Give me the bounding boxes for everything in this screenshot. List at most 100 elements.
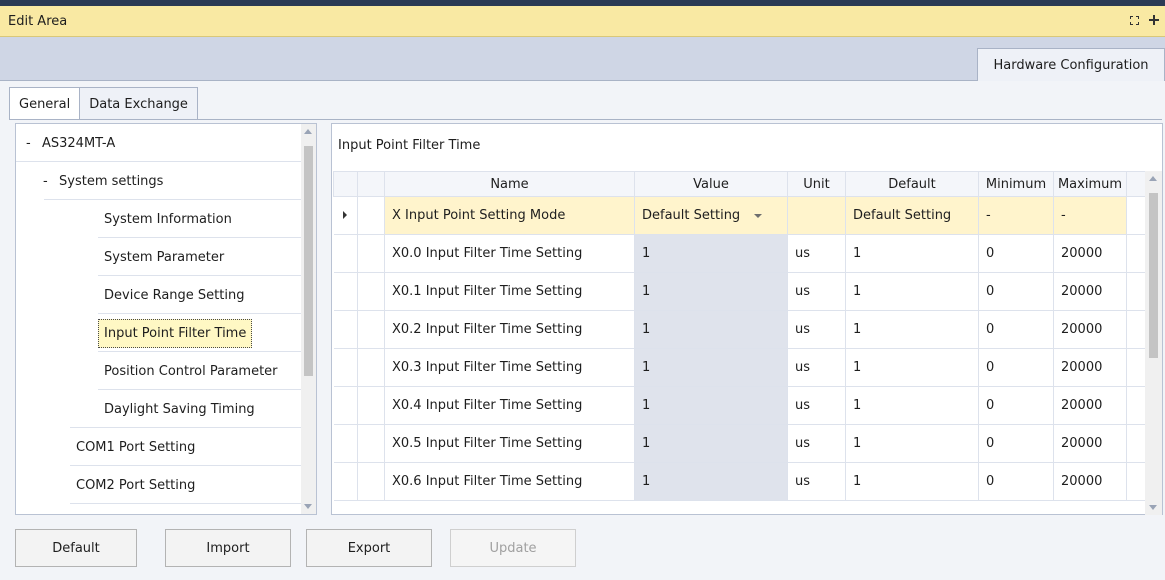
header-filler: [1126, 171, 1147, 197]
header-value[interactable]: Value: [634, 171, 788, 197]
table-row[interactable]: X0.6 Input Filter Time Setting 1 us 1 0 …: [333, 462, 1147, 501]
cell-value[interactable]: 1: [634, 424, 788, 463]
grid-header-row: Name Value Unit Default Minimum Maximum: [333, 171, 1147, 197]
tree-item-label: COM1 Port Setting: [76, 439, 196, 455]
tree-scrollbar[interactable]: [301, 124, 316, 514]
collapse-icon[interactable]: -: [26, 136, 42, 151]
tree-item-device-range-setting[interactable]: Device Range Setting: [16, 276, 303, 314]
parameter-grid-panel: Input Point Filter Time Name Value Unit …: [331, 123, 1163, 515]
default-button[interactable]: Default: [15, 529, 137, 567]
edit-area-titlebar: Edit Area: [0, 6, 1165, 37]
collapse-icon[interactable]: -: [43, 174, 59, 189]
cell-value-dropdown[interactable]: Default Setting: [634, 196, 788, 235]
cell-maximum: 20000: [1053, 386, 1127, 425]
scroll-thumb[interactable]: [1149, 193, 1158, 358]
current-row-icon: [343, 211, 348, 219]
row-blank-cell: [357, 348, 385, 387]
cell-default: 1: [845, 310, 979, 349]
cell-default: 1: [845, 386, 979, 425]
grid-scrollbar[interactable]: [1145, 171, 1162, 515]
row-filler: [1126, 462, 1147, 501]
tree-item-label: Device Range Setting: [104, 287, 245, 303]
tree-item-com1-port-setting[interactable]: COM1 Port Setting: [16, 428, 303, 466]
tab-general[interactable]: General: [9, 87, 81, 120]
import-button[interactable]: Import: [165, 529, 291, 567]
table-row[interactable]: X0.1 Input Filter Time Setting 1 us 1 0 …: [333, 272, 1147, 311]
tree-item-system-information[interactable]: System Information: [16, 200, 303, 238]
row-blank-cell: [357, 234, 385, 273]
tree-item-root[interactable]: - AS324MT-A: [16, 124, 303, 162]
cell-value[interactable]: 1: [634, 462, 788, 501]
cell-name: X0.6 Input Filter Time Setting: [384, 462, 635, 501]
header-name[interactable]: Name: [384, 171, 635, 197]
tab-data-exchange[interactable]: Data Exchange: [80, 87, 198, 120]
tree-item-system-parameter[interactable]: System Parameter: [16, 238, 303, 276]
cell-minimum: 0: [978, 234, 1054, 273]
table-row[interactable]: X0.2 Input Filter Time Setting 1 us 1 0 …: [333, 310, 1147, 349]
header-indicator: [333, 171, 358, 197]
tree-item-daylight-saving-timing[interactable]: Daylight Saving Timing: [16, 390, 303, 428]
cell-name: X Input Point Setting Mode: [384, 196, 635, 235]
export-button[interactable]: Export: [306, 529, 432, 567]
cell-default: Default Setting: [845, 196, 979, 235]
cell-value[interactable]: 1: [634, 310, 788, 349]
table-row[interactable]: X0.3 Input Filter Time Setting 1 us 1 0 …: [333, 348, 1147, 387]
header-default[interactable]: Default: [845, 171, 979, 197]
cell-value[interactable]: 1: [634, 386, 788, 425]
cell-unit: us: [787, 462, 846, 501]
cell-minimum: -: [978, 196, 1054, 235]
tree-item-label: Position Control Parameter: [104, 363, 278, 379]
sub-tab-divider: [9, 119, 1162, 120]
table-row[interactable]: X0.5 Input Filter Time Setting 1 us 1 0 …: [333, 424, 1147, 463]
scroll-thumb[interactable]: [304, 146, 313, 376]
update-button[interactable]: Update: [450, 529, 576, 567]
expand-icon[interactable]: [1129, 15, 1139, 25]
row-filler: [1126, 386, 1147, 425]
cell-unit: us: [787, 234, 846, 273]
row-blank-cell: [357, 310, 385, 349]
cell-unit: us: [787, 424, 846, 463]
cell-value[interactable]: 1: [634, 234, 788, 273]
header-minimum[interactable]: Minimum: [978, 171, 1054, 197]
parameter-grid: Name Value Unit Default Minimum Maximum …: [333, 171, 1147, 501]
row-filler: [1126, 234, 1147, 273]
cell-maximum: 20000: [1053, 424, 1127, 463]
cell-default: 1: [845, 234, 979, 273]
table-row[interactable]: X0.0 Input Filter Time Setting 1 us 1 0 …: [333, 234, 1147, 273]
row-indicator: [333, 196, 358, 235]
cell-minimum: 0: [978, 462, 1054, 501]
cell-maximum: 20000: [1053, 462, 1127, 501]
row-indicator: [333, 234, 358, 273]
row-blank-cell: [357, 272, 385, 311]
cell-value[interactable]: 1: [634, 272, 788, 311]
pin-icon[interactable]: [1149, 15, 1159, 25]
cell-name: X0.1 Input Filter Time Setting: [384, 272, 635, 311]
cell-maximum: 20000: [1053, 234, 1127, 273]
table-row[interactable]: X Input Point Setting Mode Default Setti…: [333, 196, 1147, 235]
row-filler: [1126, 310, 1147, 349]
scroll-up-icon[interactable]: [1149, 176, 1157, 181]
tab-hardware-configuration[interactable]: Hardware Configuration: [977, 48, 1165, 81]
header-maximum[interactable]: Maximum: [1053, 171, 1127, 197]
tree-item-com2-port-setting[interactable]: COM2 Port Setting: [16, 466, 303, 504]
scroll-down-icon[interactable]: [1149, 505, 1157, 510]
tree-item-system-settings[interactable]: - System settings: [16, 162, 303, 200]
tree-item-position-control-parameter[interactable]: Position Control Parameter: [16, 352, 303, 390]
tree-item-label: System Parameter: [104, 249, 225, 265]
window-title: Edit Area: [8, 13, 68, 29]
cell-maximum: -: [1053, 196, 1127, 235]
cell-unit: us: [787, 310, 846, 349]
row-indicator: [333, 310, 358, 349]
cell-maximum: 20000: [1053, 272, 1127, 311]
cell-unit: [787, 196, 846, 235]
cell-default: 1: [845, 462, 979, 501]
chevron-down-icon[interactable]: [754, 213, 763, 218]
scroll-up-icon[interactable]: [304, 129, 312, 134]
row-filler: [1126, 272, 1147, 311]
header-unit[interactable]: Unit: [787, 171, 846, 197]
cell-unit: us: [787, 348, 846, 387]
cell-value[interactable]: 1: [634, 348, 788, 387]
tree-item-input-point-filter-time[interactable]: Input Point Filter Time: [16, 314, 303, 352]
scroll-down-icon[interactable]: [304, 504, 312, 509]
table-row[interactable]: X0.4 Input Filter Time Setting 1 us 1 0 …: [333, 386, 1147, 425]
